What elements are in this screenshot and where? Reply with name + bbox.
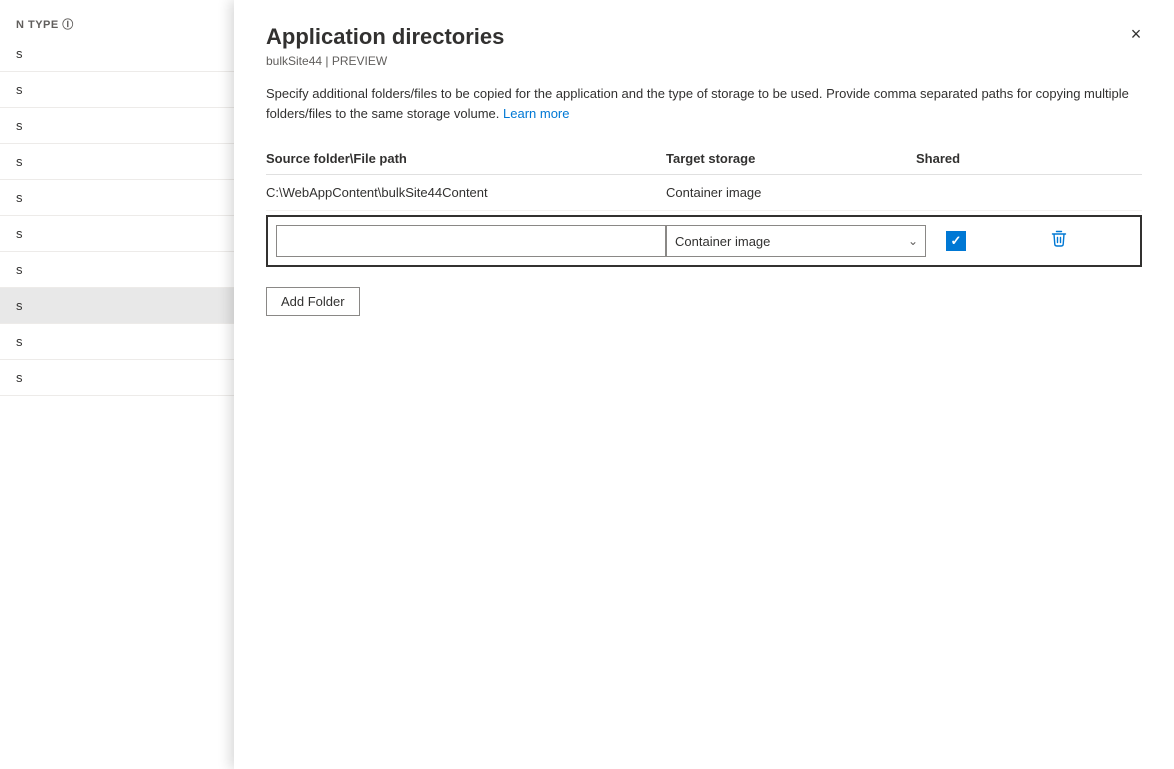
modal-subtitle-prefix: bulkSite44 <box>266 54 322 68</box>
edit-actions-col <box>986 226 1132 257</box>
target-storage-dropdown-wrapper: Container image Azure Storage Azure File… <box>666 225 926 257</box>
sidebar-item-1[interactable]: s <box>0 72 237 108</box>
sidebar-item-5[interactable]: s <box>0 216 237 252</box>
sidebar-section-label: n type ⓘ <box>0 0 237 36</box>
add-folder-button[interactable]: Add Folder <box>266 287 360 316</box>
sidebar-item-label-3: s <box>16 154 23 169</box>
modal-panel: Application directories bulkSite44 | PRE… <box>234 0 1174 769</box>
sidebar-item-label-7: s <box>16 298 23 313</box>
target-storage-select[interactable]: Container image Azure Storage Azure File… <box>666 225 926 257</box>
sidebar: n type ⓘ s s s s s s s s s s <box>0 0 238 769</box>
sidebar-item-label-0: s <box>16 46 23 61</box>
sidebar-item-7[interactable]: s <box>0 288 237 324</box>
sidebar-item-label-5: s <box>16 226 23 241</box>
source-path-input[interactable] <box>276 225 666 257</box>
edit-target-col: Container image Azure Storage Azure File… <box>666 225 926 257</box>
table-header: Source folder\File path Target storage S… <box>266 143 1142 175</box>
sidebar-item-3[interactable]: s <box>0 144 237 180</box>
existing-target: Container image <box>666 185 916 200</box>
modal-title: Application directories <box>266 24 1142 50</box>
edit-source-col <box>276 225 666 257</box>
shared-checkbox[interactable] <box>946 231 966 251</box>
sidebar-item-label-9: s <box>16 370 23 385</box>
description-text: Specify additional folders/files to be c… <box>266 86 1129 121</box>
modal-subtitle-suffix: PREVIEW <box>332 54 387 68</box>
col-shared-header: Shared <box>916 151 1016 166</box>
modal-header: Application directories bulkSite44 | PRE… <box>234 0 1174 68</box>
sidebar-item-label-8: s <box>16 334 23 349</box>
delete-row-button[interactable] <box>1047 226 1071 257</box>
modal-description: Specify additional folders/files to be c… <box>234 68 1174 143</box>
sidebar-item-0[interactable]: s <box>0 36 237 72</box>
sidebar-item-9[interactable]: s <box>0 360 237 396</box>
sidebar-item-label-1: s <box>16 82 23 97</box>
sidebar-item-label-2: s <box>16 118 23 133</box>
sidebar-item-label-4: s <box>16 190 23 205</box>
col-source-header: Source folder\File path <box>266 151 666 166</box>
sidebar-item-4[interactable]: s <box>0 180 237 216</box>
edit-row: Container image Azure Storage Azure File… <box>266 215 1142 267</box>
modal-subtitle: bulkSite44 | PREVIEW <box>266 54 1142 68</box>
sidebar-item-8[interactable]: s <box>0 324 237 360</box>
sidebar-item-6[interactable]: s <box>0 252 237 288</box>
close-button[interactable]: × <box>1122 20 1150 48</box>
sidebar-item-label-6: s <box>16 262 23 277</box>
col-target-header: Target storage <box>666 151 916 166</box>
existing-data-row: C:\WebAppContent\bulkSite44Content Conta… <box>266 175 1142 211</box>
trash-icon <box>1051 230 1067 253</box>
existing-source: C:\WebAppContent\bulkSite44Content <box>266 185 666 200</box>
sidebar-item-2[interactable]: s <box>0 108 237 144</box>
edit-shared-col <box>926 231 986 251</box>
learn-more-link[interactable]: Learn more <box>503 106 569 121</box>
